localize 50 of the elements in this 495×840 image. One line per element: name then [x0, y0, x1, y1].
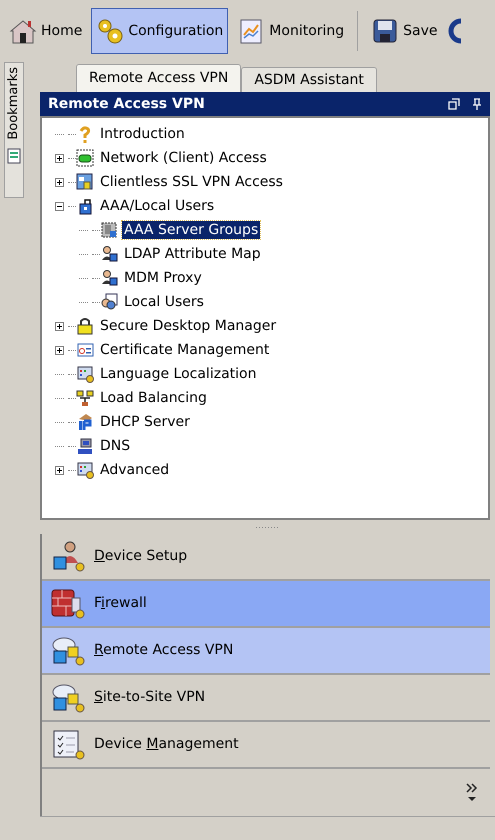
nav-button[interactable]: Firewall [42, 581, 490, 628]
tree-item[interactable]: Language Localization [98, 365, 258, 383]
gears-icon [96, 17, 124, 45]
cylinder-icon [76, 149, 94, 167]
toolbar-button[interactable]: Configuration [91, 8, 228, 54]
expander-icon[interactable] [54, 202, 64, 210]
tree-item[interactable]: Secure Desktop Manager [98, 317, 278, 335]
toolbar-button[interactable]: Save [366, 8, 443, 54]
expander-icon[interactable] [54, 322, 64, 330]
restore-icon[interactable] [448, 98, 460, 110]
tree-item[interactable]: DHCP Server [98, 413, 192, 431]
app-gear-icon [76, 461, 94, 479]
tree-item[interactable]: Clientless SSL VPN Access [98, 173, 285, 191]
ip-icon [76, 413, 94, 431]
certificate-icon [76, 341, 94, 359]
pin-icon[interactable] [472, 98, 482, 110]
toolbar-button[interactable]: Home [4, 8, 88, 54]
splitter-grip-icon[interactable] [256, 526, 280, 528]
more-chevron-icon[interactable] [466, 782, 478, 804]
bookmarks-tab[interactable]: Bookmarks [4, 62, 24, 198]
panel-title: Remote Access VPN [48, 94, 206, 114]
computer-icon [76, 437, 94, 455]
users-icon [100, 293, 118, 311]
nav-button[interactable]: Remote Access VPN [42, 628, 490, 675]
network-icon [76, 389, 94, 407]
window-lock-icon [76, 173, 94, 191]
expander-icon[interactable] [54, 466, 64, 474]
tab[interactable]: Remote Access VPN [76, 64, 242, 92]
expander-icon[interactable] [54, 178, 64, 186]
refresh-icon[interactable] [446, 17, 461, 45]
tree-item[interactable]: LDAP Attribute Map [122, 245, 263, 263]
expander-icon[interactable] [54, 346, 64, 354]
user-lock-icon [100, 269, 118, 287]
padlock-icon [76, 317, 94, 335]
tree-item[interactable]: AAA/Local Users [98, 197, 216, 215]
tree-item[interactable]: MDM Proxy [122, 269, 204, 287]
tree-item[interactable]: Local Users [122, 293, 206, 311]
tree-item[interactable]: DNS [98, 437, 132, 455]
tree-item[interactable]: AAA Server Groups [122, 221, 260, 239]
tree-item[interactable]: Network (Client) Access [98, 149, 269, 167]
tab[interactable]: ASDM Assistant [241, 67, 377, 92]
tree-item[interactable]: Certificate Management [98, 341, 272, 359]
bookmark-list-icon [7, 148, 21, 164]
toolbar-button[interactable]: Monitoring [232, 8, 350, 54]
tree-item[interactable]: Introduction [98, 125, 187, 143]
tree-item[interactable]: Load Balancing [98, 389, 209, 407]
app-gear-icon [76, 365, 94, 383]
user-lock-icon [100, 245, 118, 263]
expander-icon[interactable] [54, 154, 64, 162]
tree-item[interactable]: Advanced [98, 461, 172, 479]
